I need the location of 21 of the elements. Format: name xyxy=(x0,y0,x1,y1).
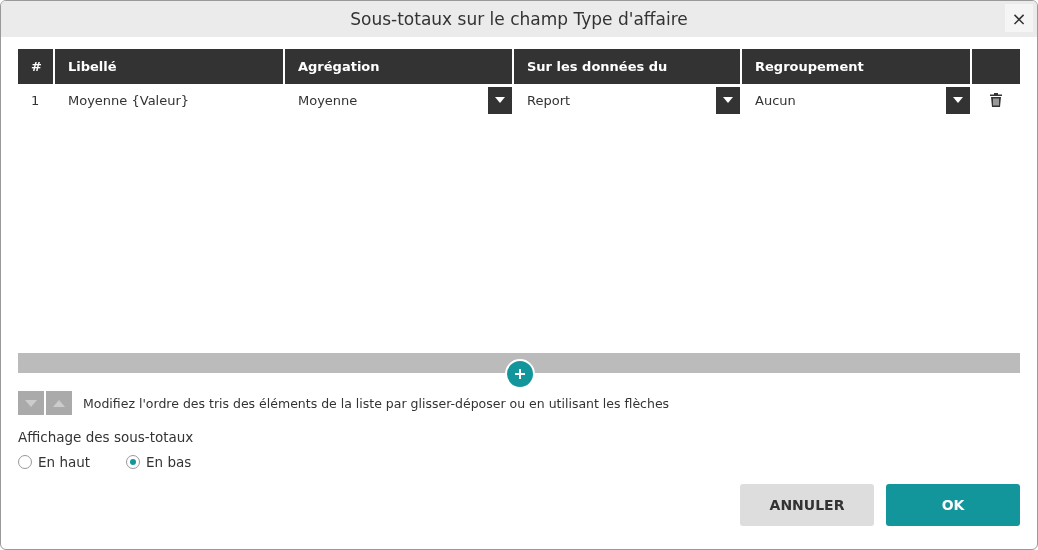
row-number: 1 xyxy=(30,92,41,108)
close-button[interactable]: × xyxy=(1005,4,1033,32)
dropdown-value[interactable]: Moyenne xyxy=(298,92,358,108)
plus-icon[interactable] xyxy=(514,368,526,380)
column-header: Sur les données du xyxy=(514,49,742,84)
display-label: Affichage des sous-totaux xyxy=(18,429,195,445)
dropdown-value[interactable]: Aucun xyxy=(755,92,796,108)
ok-button[interactable]: OK xyxy=(886,484,1020,526)
add-button[interactable] xyxy=(505,359,535,389)
sort-hint: Modifiez l'ordre des tris des éléments de la liste par glisser-déposer ou en utilisant les flèches xyxy=(83,395,670,411)
window-title: Sous-totaux sur le champ Type d'affaire xyxy=(350,9,688,29)
trash-icon[interactable] xyxy=(990,93,1002,107)
column-header: Libellé xyxy=(55,49,285,84)
column-header: # xyxy=(18,49,55,84)
cancel-button[interactable]: ANNULER xyxy=(740,484,874,526)
column-header: Agrégation xyxy=(285,49,514,84)
radio-option[interactable]: En haut xyxy=(18,454,91,470)
table-cell-text: Moyenne {Valeur} xyxy=(67,92,191,108)
dropdown-value[interactable]: Report xyxy=(527,92,571,108)
radio-option[interactable]: En bas xyxy=(126,454,192,470)
column-header: Regroupement xyxy=(742,49,972,84)
